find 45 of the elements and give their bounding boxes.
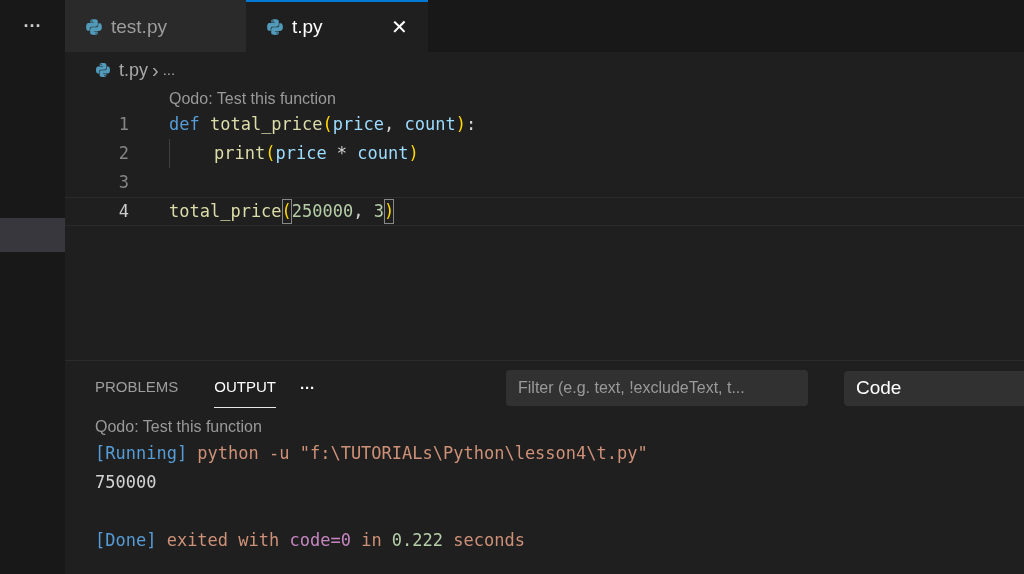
code-token: ) (384, 198, 395, 225)
code-token: count (357, 141, 409, 165)
editor-tab[interactable]: t.py ✕ (246, 0, 428, 52)
code-token: ( (265, 141, 276, 165)
more-actions-button[interactable]: ··· (300, 376, 316, 400)
code-token: ( (322, 112, 333, 136)
code-token: total_price (209, 112, 323, 136)
breadcrumb-item[interactable]: t.py (119, 56, 148, 84)
python-file-icon (85, 18, 103, 36)
line-number: 4 (117, 199, 129, 223)
chevron-icon: › (152, 55, 159, 85)
editor-tab[interactable]: test.py (65, 0, 246, 52)
line-number: 1 (117, 112, 129, 136)
panel-tab[interactable]: PROBLEMS (95, 368, 179, 408)
panel-tab[interactable]: OUTPUT (214, 368, 277, 408)
code-token: , (384, 112, 396, 136)
sidebar-row[interactable] (0, 218, 65, 252)
code-token: total_price (169, 199, 282, 223)
channel-dropdown[interactable]: Code (844, 370, 1024, 406)
code-token: : (465, 112, 477, 136)
output-line: 750000 (95, 470, 157, 494)
code-token: 250000 (291, 199, 354, 223)
code-token: , (353, 199, 365, 223)
close-icon[interactable]: ✕ (391, 12, 408, 42)
codelens-link[interactable]: Qodo: Test this function (95, 415, 262, 439)
more-actions-button[interactable]: ··· (23, 12, 42, 40)
code-token: price (275, 141, 327, 165)
code-token: ) (455, 112, 466, 136)
code-token: count (404, 112, 456, 136)
breadcrumb-item[interactable]: ... (162, 58, 176, 82)
code-token: 3 (373, 199, 384, 223)
python-file-icon (95, 62, 111, 78)
output-line: [Running] python -u "f:\TUTORIALs\Python\lesson4\t.py" (95, 441, 648, 465)
code-token: price (332, 112, 384, 136)
line-number: 3 (117, 170, 129, 194)
codelens-link[interactable]: Qodo: Test this function (169, 87, 336, 111)
code-token: def (169, 112, 201, 136)
filter-field[interactable]: Filter (e.g. text, !excludeText, t... (506, 370, 808, 406)
code-token: print (214, 141, 266, 165)
output-line: [Done] exited with code=0 in 0.222 seconds (95, 528, 525, 552)
code-token: ( (281, 198, 292, 225)
code-token: ) (408, 141, 419, 165)
line-number: 2 (117, 141, 129, 165)
python-file-icon (266, 18, 284, 36)
code-token: * (335, 141, 349, 165)
